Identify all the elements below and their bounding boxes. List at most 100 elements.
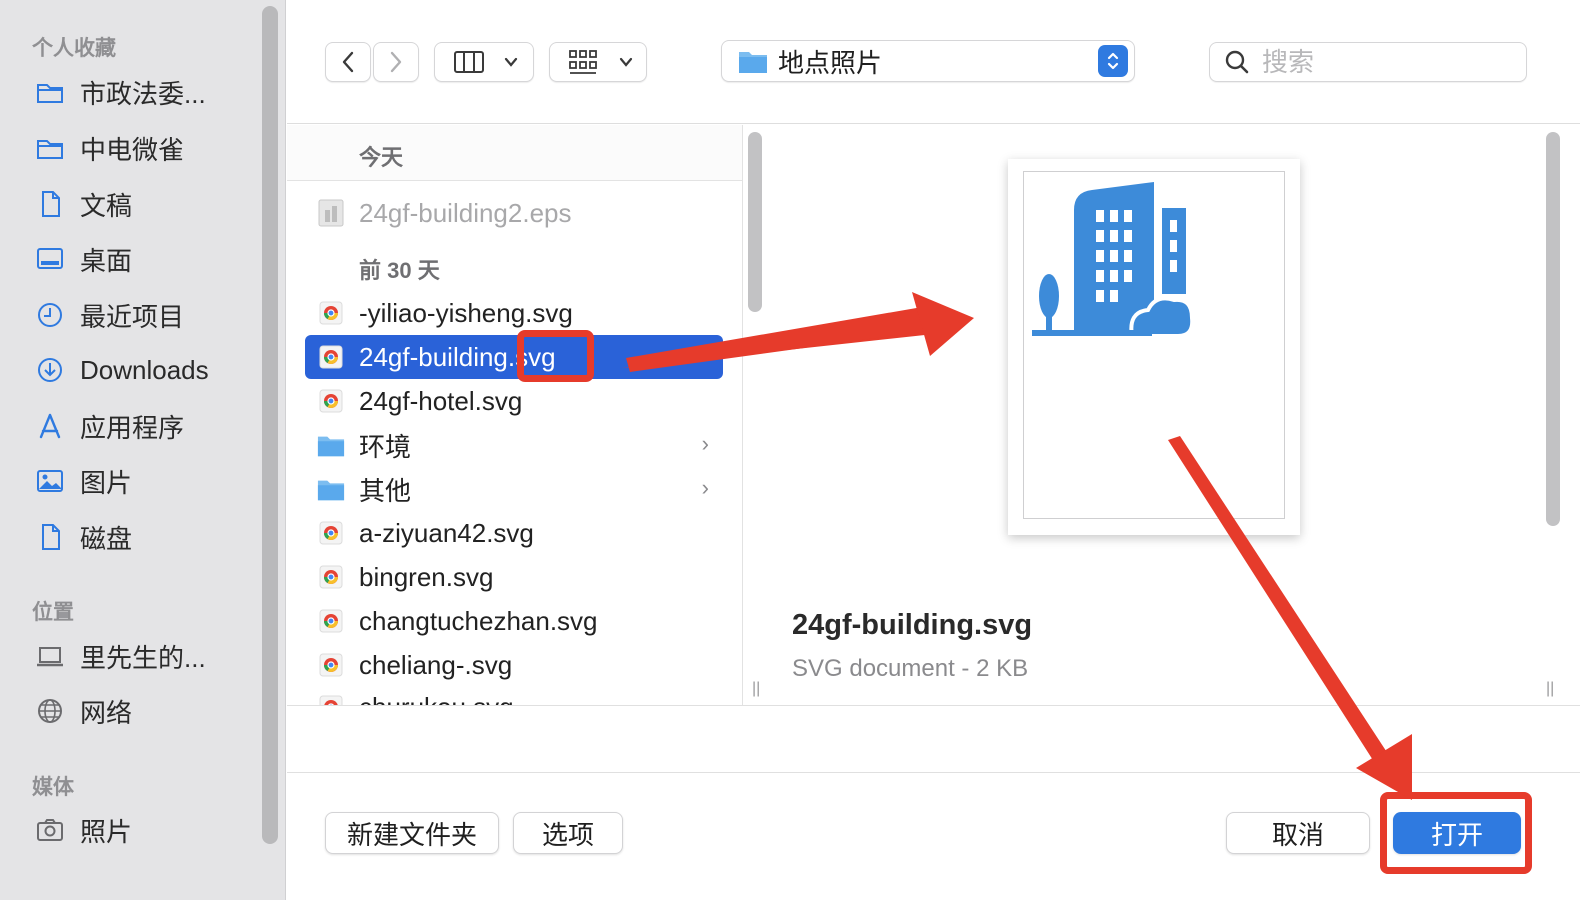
sidebar-item-documents[interactable]: 文稿 bbox=[34, 184, 254, 224]
back-button[interactable] bbox=[325, 42, 371, 82]
file-row-selected[interactable]: 24gf-building.svg bbox=[305, 335, 723, 379]
document-icon bbox=[34, 521, 66, 553]
annotation-highlight-extension bbox=[517, 330, 594, 382]
location-popup[interactable]: 地点照片 bbox=[721, 40, 1135, 82]
cancel-button[interactable]: 取消 bbox=[1226, 812, 1370, 854]
preview-file-kind: SVG document - 2 KB bbox=[792, 655, 1029, 682]
chrome-file-icon bbox=[317, 518, 345, 548]
chrome-file-icon bbox=[317, 298, 345, 328]
sidebar-item-label: 里先生的... bbox=[80, 642, 206, 673]
sidebar-item-label: 中电微雀 bbox=[80, 134, 185, 165]
file-name: 24gf-hotel.svg bbox=[359, 385, 523, 416]
columns-view-icon bbox=[454, 51, 484, 73]
file-row-svg[interactable]: -yiliao-yisheng.svg bbox=[305, 291, 723, 335]
sidebar-item-label: 应用程序 bbox=[80, 412, 185, 443]
globe-icon bbox=[34, 695, 66, 727]
document-icon bbox=[34, 188, 66, 220]
file-row-svg[interactable]: churukou.svg bbox=[305, 685, 723, 705]
view-gallery-button[interactable] bbox=[549, 42, 647, 82]
file-name: 24gf-building2.eps bbox=[359, 197, 572, 228]
options-button[interactable]: 选项 bbox=[513, 812, 623, 854]
clock-icon bbox=[34, 299, 66, 331]
preview-thumbnail bbox=[1008, 159, 1300, 535]
search-input[interactable] bbox=[1262, 46, 1502, 78]
sidebar-item-label: 文稿 bbox=[80, 190, 133, 221]
chevron-right-icon bbox=[390, 51, 402, 73]
sidebar-item-folder-2[interactable]: 中电微雀 bbox=[34, 128, 254, 168]
sidebar-item-recents[interactable]: 最近项目 bbox=[34, 295, 254, 335]
chrome-file-icon bbox=[317, 692, 345, 705]
column-resize-handle[interactable]: || bbox=[752, 680, 760, 698]
search-field[interactable] bbox=[1209, 42, 1527, 82]
file-row-svg[interactable]: a-ziyuan42.svg bbox=[305, 511, 723, 555]
sidebar-section-media: 媒体 bbox=[32, 776, 74, 799]
folder-icon bbox=[739, 52, 767, 73]
chevron-right-icon: › bbox=[701, 431, 709, 456]
folder-icon bbox=[317, 474, 345, 504]
sidebar-item-disk[interactable]: 磁盘 bbox=[34, 517, 254, 557]
file-name: cheliang-.svg bbox=[359, 649, 513, 680]
group-header-30days: 前 30 天 bbox=[359, 258, 440, 283]
folder-icon bbox=[34, 132, 66, 164]
applications-icon bbox=[34, 410, 66, 442]
laptop-icon bbox=[34, 640, 66, 672]
file-name: -yiliao-yisheng.svg bbox=[359, 297, 573, 328]
sidebar-item-label: 照片 bbox=[80, 816, 133, 847]
chevron-down-icon bbox=[504, 57, 518, 67]
file-list: 今天 24gf-building2.eps 前 30 天 -yiliao-yis… bbox=[287, 125, 743, 705]
sidebar-item-downloads[interactable]: Downloads bbox=[34, 350, 254, 390]
sidebar-item-desktop[interactable]: 桌面 bbox=[34, 239, 254, 279]
preview-page bbox=[1023, 171, 1285, 519]
building-icon bbox=[1032, 182, 1195, 338]
camera-icon bbox=[34, 814, 66, 846]
chevron-left-icon bbox=[342, 51, 354, 73]
file-row-svg[interactable]: cheliang-.svg bbox=[305, 643, 723, 687]
toolbar: 地点照片 bbox=[287, 0, 1580, 124]
file-row-eps[interactable]: 24gf-building2.eps bbox=[305, 191, 723, 235]
file-name: a-ziyuan42.svg bbox=[359, 517, 534, 548]
file-name: bingren.svg bbox=[359, 561, 494, 592]
location-label: 地点照片 bbox=[778, 47, 883, 78]
chrome-file-icon bbox=[317, 606, 345, 636]
search-icon bbox=[1225, 50, 1249, 74]
folder-icon bbox=[317, 430, 345, 460]
sidebar-item-network[interactable]: 网络 bbox=[34, 691, 254, 731]
annotation-highlight-open bbox=[1380, 792, 1532, 874]
forward-button[interactable] bbox=[373, 42, 419, 82]
sidebar-section-favorites: 个人收藏 bbox=[32, 37, 116, 60]
download-icon bbox=[34, 354, 66, 386]
sidebar-item-applications[interactable]: 应用程序 bbox=[34, 406, 254, 446]
stepper-icon bbox=[1098, 45, 1128, 77]
grid-view-icon bbox=[569, 50, 597, 74]
sidebar-item-label: 图片 bbox=[80, 467, 133, 498]
file-list-scrollbar[interactable] bbox=[748, 132, 762, 312]
sidebar-item-label: 磁盘 bbox=[80, 523, 133, 554]
chrome-file-icon bbox=[317, 342, 345, 372]
file-name: churukou.svg bbox=[359, 692, 514, 706]
sidebar-item-label: Downloads bbox=[80, 354, 209, 385]
file-row-svg[interactable]: changtuchezhan.svg bbox=[305, 599, 723, 643]
group-header-today: 今天 bbox=[359, 145, 404, 170]
sidebar-item-label: 网络 bbox=[80, 697, 133, 728]
file-row-svg[interactable]: bingren.svg bbox=[305, 555, 723, 599]
sidebar-scrollbar[interactable] bbox=[262, 6, 278, 844]
folder-row[interactable]: 其他 › bbox=[305, 467, 723, 511]
desktop-icon bbox=[34, 243, 66, 275]
divider bbox=[287, 705, 1580, 706]
sidebar-item-photos[interactable]: 照片 bbox=[34, 810, 254, 850]
new-folder-button[interactable]: 新建文件夹 bbox=[325, 812, 499, 854]
sidebar: 个人收藏 市政法委... 中电微雀 文稿 桌面 最近项目 Downloads 应… bbox=[0, 0, 286, 900]
folder-icon bbox=[34, 76, 66, 108]
preview-file-name: 24gf-building.svg bbox=[792, 609, 1033, 641]
eps-file-icon bbox=[317, 198, 345, 228]
sidebar-item-folder-1[interactable]: 市政法委... bbox=[34, 72, 254, 112]
pictures-icon bbox=[34, 465, 66, 497]
preview-resize-handle[interactable]: || bbox=[1546, 680, 1554, 698]
sidebar-item-pictures[interactable]: 图片 bbox=[34, 461, 254, 501]
chevron-down-icon bbox=[619, 57, 633, 67]
file-row-svg[interactable]: 24gf-hotel.svg bbox=[305, 379, 723, 423]
view-columns-button[interactable] bbox=[434, 42, 534, 82]
folder-row[interactable]: 环境 › bbox=[305, 423, 723, 467]
preview-scrollbar[interactable] bbox=[1546, 132, 1560, 526]
sidebar-item-computer[interactable]: 里先生的... bbox=[34, 636, 254, 676]
